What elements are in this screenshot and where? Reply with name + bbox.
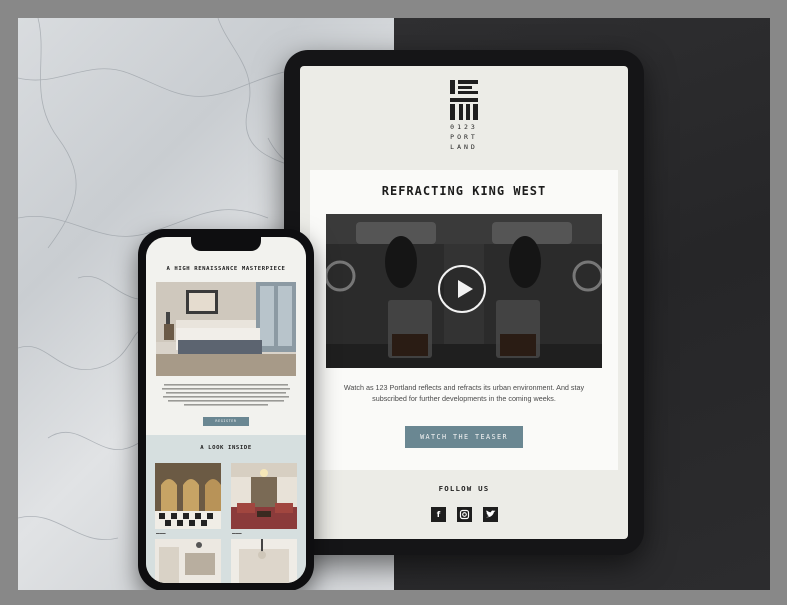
email-description: Watch as 123 Portland reflects and refra… (343, 383, 585, 403)
follow-us-label: FOLLOW US (438, 484, 490, 493)
lobby-image (155, 463, 221, 529)
email-content-card: REFRACTING KING WEST Watch as 123 Portla… (310, 170, 618, 470)
play-icon (458, 280, 473, 298)
lounge-caption: ▬▬▬ (232, 531, 242, 535)
tablet-email-preview: 0123 PORT LAND REFRACTING KING WEST Watc… (300, 66, 628, 539)
bedroom-image (156, 282, 296, 376)
lounge-image (231, 463, 297, 529)
look-inside-section: A LOOK INSIDE ▬▬▬ ▬▬▬ (146, 435, 306, 583)
phone-device: A HIGH RENAISSANCE MASTERPIECE REGISTER … (138, 229, 314, 590)
look-inside-title: A LOOK INSIDE (200, 445, 252, 451)
lobby-caption: ▬▬▬ (156, 531, 166, 535)
phone-email-preview: A HIGH RENAISSANCE MASTERPIECE REGISTER … (146, 237, 306, 583)
phone-body-text (160, 383, 292, 413)
watch-teaser-button[interactable]: WATCH THE TEASER (405, 426, 523, 448)
scene: 0123 PORT LAND REFRACTING KING WEST Watc… (18, 18, 770, 590)
interior-image-3 (155, 539, 221, 583)
teaser-video[interactable] (326, 214, 602, 368)
interior-image-4 (231, 539, 297, 583)
phone-headline: A HIGH RENAISSANCE MASTERPIECE (166, 266, 286, 272)
portland-logo-icon (450, 80, 478, 120)
email-header: 0123 PORT LAND (300, 66, 628, 186)
play-button[interactable] (438, 265, 486, 313)
tablet-device: 0123 PORT LAND REFRACTING KING WEST Watc… (284, 50, 644, 555)
twitter-icon[interactable] (483, 507, 498, 522)
register-button[interactable]: REGISTER (203, 417, 249, 426)
instagram-icon[interactable] (457, 507, 472, 522)
image-frame: 0123 PORT LAND REFRACTING KING WEST Watc… (0, 0, 787, 605)
email-headline: REFRACTING KING WEST (381, 184, 547, 198)
phone-notch (191, 237, 261, 251)
facebook-icon[interactable]: f (431, 507, 446, 522)
logo-wordmark: 0123 PORT LAND (450, 123, 478, 151)
